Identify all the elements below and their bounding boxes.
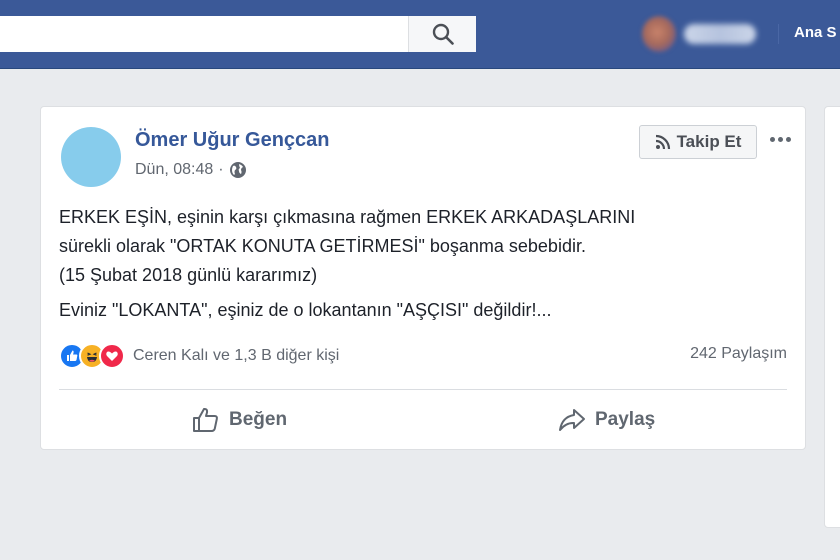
- thumbs-up-icon: [193, 407, 218, 432]
- top-navigation-bar: Ana S: [0, 0, 840, 69]
- reactions-summary[interactable]: Ceren Kalı ve 1,3 B diğer kişi: [59, 343, 339, 369]
- search-input[interactable]: [0, 16, 408, 52]
- post-text-line: Eviniz "LOKANTA", eşiniz de o lokantanın…: [59, 300, 552, 320]
- post-timestamp[interactable]: Dün, 08:48: [135, 161, 213, 179]
- right-sidebar-card: [824, 106, 840, 528]
- love-reaction-icon: [99, 343, 125, 369]
- share-arrow-icon: [559, 409, 585, 431]
- post-author-name[interactable]: Ömer Uğur Gençcan: [135, 129, 330, 152]
- post-text-line: ERKEK EŞİN, eşinin karşı çıkmasına rağme…: [59, 207, 636, 227]
- post-meta: Dün, 08:48 ·: [135, 161, 247, 179]
- post-card: Ömer Uğur Gençcan Dün, 08:48 · Takip Et …: [40, 106, 806, 450]
- author-avatar[interactable]: [61, 127, 121, 187]
- more-dots-icon: [769, 136, 775, 142]
- post-text-line: sürekli olarak "ORTAK KONUTA GETİRMESİ" …: [59, 236, 586, 256]
- reaction-icons: [59, 343, 125, 369]
- actions-divider: [59, 389, 787, 390]
- globe-icon: [229, 162, 246, 178]
- avatar: [642, 16, 676, 52]
- search-button[interactable]: [408, 16, 476, 52]
- share-button[interactable]: Paylaş: [557, 403, 655, 437]
- share-label: Paylaş: [595, 409, 656, 430]
- follow-label: Takip Et: [676, 132, 742, 151]
- nav-home-link[interactable]: Ana S: [794, 24, 837, 41]
- follow-button[interactable]: Takip Et: [639, 125, 757, 159]
- search-icon: [432, 23, 454, 45]
- nav-divider: [778, 24, 779, 44]
- like-label: Beğen: [229, 409, 288, 430]
- post-text-line: (15 Şubat 2018 günlü kararımız): [59, 265, 318, 285]
- rss-icon: [655, 134, 670, 150]
- more-options-button[interactable]: [767, 129, 793, 149]
- like-button[interactable]: Beğen: [191, 403, 287, 437]
- profile-name-blurred: [684, 24, 756, 44]
- shares-count[interactable]: 242 Paylaşım: [690, 345, 787, 363]
- profile-link[interactable]: [640, 16, 760, 52]
- reactions-summary-text[interactable]: Ceren Kalı ve 1,3 B diğer kişi: [133, 347, 339, 365]
- post-text: ERKEK EŞİN, eşinin karşı çıkmasına rağme…: [59, 203, 789, 325]
- meta-separator: ·: [218, 161, 224, 178]
